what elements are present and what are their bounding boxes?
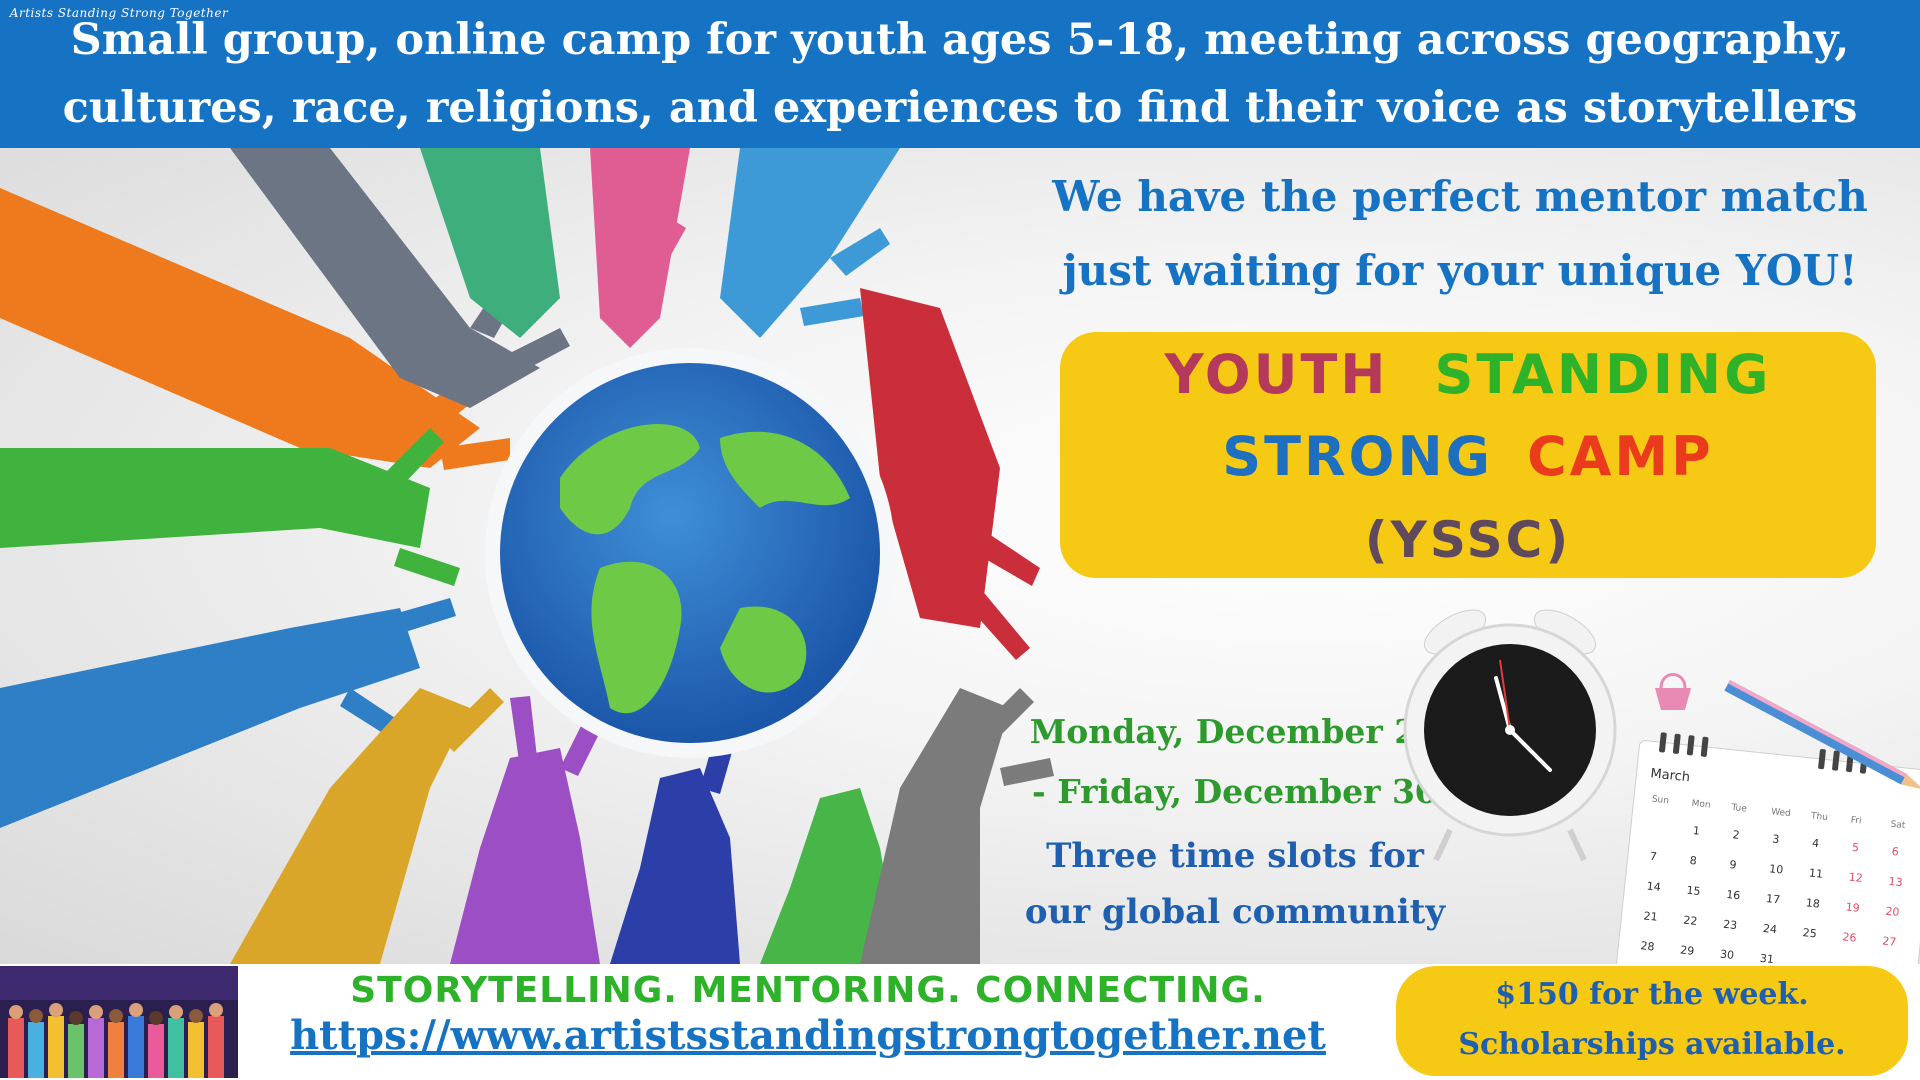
calendar-date: 4 [1811,837,1819,851]
calendar-date: 22 [1683,914,1698,928]
calendar-day-header: Wed [1771,807,1792,819]
calendar-date: 7 [1649,850,1657,864]
calendar-date: 26 [1842,930,1857,944]
clock-calendar-illustration: March Sun Mon Tue Wed Thu Fri Sat1 2 3 4 5 67 8 9 10 11… [1403,609,1920,964]
camp-dates: Monday, December 26 - Friday, December 3… [1020,702,1450,822]
calendar-date: 16 [1726,888,1741,902]
binder-clip-icon [1655,673,1691,710]
camp-title-line-3: (YSSC) [1060,498,1876,581]
camp-word-youth: YOUTH [1164,343,1389,406]
calendar-date: 14 [1646,880,1661,894]
hands-globe-illustration [0,148,1054,964]
dates-line-1: Monday, December 26 [1029,712,1441,751]
calendar-date: 24 [1762,922,1777,936]
slogan: STORYTELLING. MENTORING. CONNECTING. [350,970,1266,1011]
camp-acronym: (YSSC) [1364,511,1572,569]
calendar-date: 3 [1772,832,1780,846]
camp-title-box: YOUTH STANDING STRONG CAMP (YSSC) [1060,332,1876,578]
calendar-date: 11 [1808,866,1823,880]
scholarship-line: Scholarships available. [1458,1027,1846,1062]
banner-line-1: Small group, online camp for youth ages … [70,15,1850,65]
calendar-date: 6 [1891,845,1899,859]
calendar-day-header: Fri [1850,815,1862,826]
calendar-date: 29 [1680,943,1695,957]
website-link[interactable]: https://www.artistsstandingstrongtogethe… [268,1012,1348,1059]
calendar-date: 19 [1845,900,1860,914]
banner-line-2: cultures, race, religions, and experienc… [62,83,1858,133]
slots-line-2: our global community [1024,892,1446,932]
calendar-day-header: Mon [1691,799,1711,811]
people-crowd-icon [8,1003,224,1078]
top-banner: Small group, online camp for youth ages … [0,0,1920,148]
camp-word-camp: CAMP [1526,425,1714,488]
tagline-line-1: We have the perfect mentor match [1052,172,1868,221]
calendar-date: 30 [1719,948,1734,962]
calendar-date: 27 [1882,934,1897,948]
calendar-date: 20 [1885,905,1900,919]
logo-text: Artists Standing Strong Together [9,6,229,20]
asst-logo [0,966,238,1078]
calendar-date: 1 [1692,824,1700,838]
mentor-tagline: We have the perfect mentor match just wa… [1030,160,1890,308]
calendar-date: 21 [1643,909,1658,923]
calendar-date: 25 [1802,926,1817,940]
dates-line-2: - Friday, December 30 [1032,772,1438,811]
camp-title-line-2: STRONG CAMP [1060,416,1876,498]
time-slots-note: Three time slots for our global communit… [1020,828,1450,940]
calendar-date: 9 [1729,858,1737,872]
tagline-line-2: just waiting for your unique YOU! [1062,246,1858,295]
calendar-day-header: Thu [1809,811,1828,823]
calendar-date: 2 [1732,828,1740,842]
price-line: $150 for the week. [1495,977,1809,1012]
calendar-date: 31 [1759,952,1774,964]
calendar-date: 8 [1689,854,1697,868]
calendar-date: 12 [1848,871,1863,885]
calendar-day-header: Sun [1651,795,1669,807]
camp-word-standing: STANDING [1434,343,1772,406]
calendar-date: 13 [1888,875,1903,889]
calendar-date: 15 [1686,884,1701,898]
calendar-day-header: Tue [1730,803,1748,815]
alarm-clock-icon [1403,609,1617,862]
calendar-date: 10 [1769,862,1784,876]
camp-word-strong: STRONG [1222,425,1493,488]
calendar-date: 23 [1723,918,1738,932]
calendar-date: 5 [1851,841,1859,855]
calendar-day-header: Sat [1890,820,1906,832]
calendar-date: 28 [1640,939,1655,953]
price-box: $150 for the week. Scholarships availabl… [1396,966,1908,1076]
calendar-date: 17 [1765,892,1780,906]
calendar-date: 18 [1805,896,1820,910]
camp-title-line-1: YOUTH STANDING [1060,332,1876,416]
slots-line-1: Three time slots for [1046,836,1424,876]
